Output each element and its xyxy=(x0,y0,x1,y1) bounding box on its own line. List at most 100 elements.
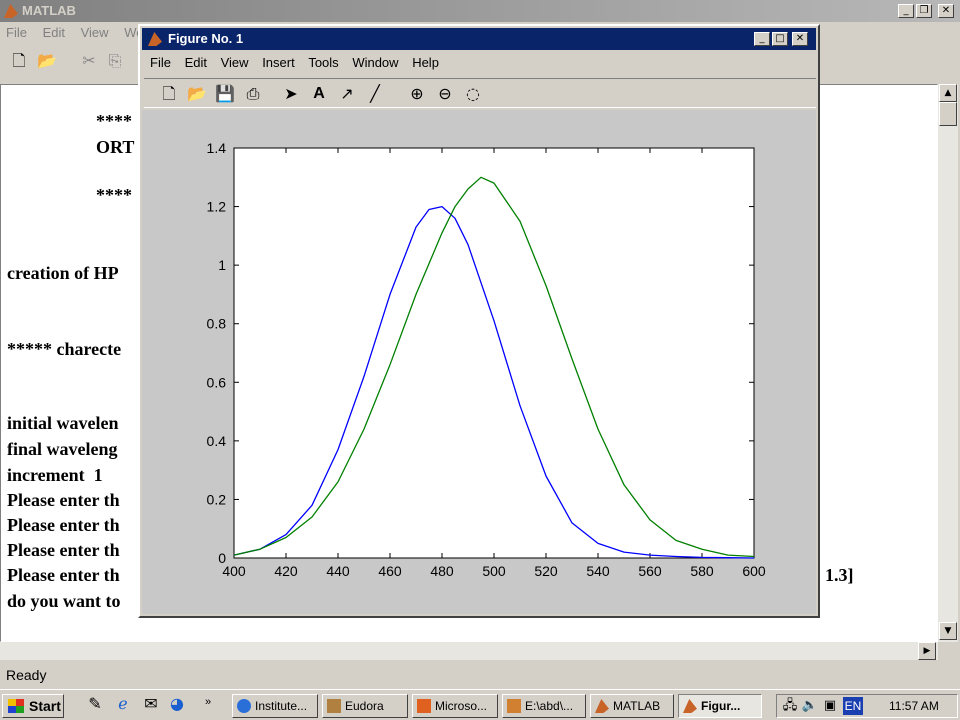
line-chart[interactable]: 400 420 440 460 480 500 520 540 560 580 60000.20.4… xyxy=(142,110,816,614)
save-icon[interactable]: 💾 xyxy=(214,83,236,105)
minimize-button[interactable]: _ xyxy=(898,4,914,18)
start-button[interactable]: Start xyxy=(2,694,64,718)
matlab-logo-icon xyxy=(148,32,162,46)
command-line: do you want to xyxy=(7,591,121,611)
figure-menu-window[interactable]: Window xyxy=(352,55,398,70)
taskbar-item-eudora[interactable]: Eudora xyxy=(322,694,408,718)
y-tick-label: 0 xyxy=(218,550,226,566)
taskbar-item-matlab[interactable]: MATLAB xyxy=(590,694,674,718)
figure-minimize-button[interactable]: _ xyxy=(754,32,770,46)
y-tick-label: 1 xyxy=(218,257,226,273)
figure-menu-insert[interactable]: Insert xyxy=(262,55,295,70)
command-line: ***** charecte xyxy=(7,339,122,359)
taskbar: Start ✎ ℯ ✉ ◕ » Institute... Eudora Micr… xyxy=(0,689,960,720)
new-file-icon[interactable]: 🗋 xyxy=(158,83,180,105)
cut-icon[interactable]: ✂ xyxy=(78,50,100,72)
figure-menubar: File Edit View Insert Tools Window Help xyxy=(144,52,443,74)
figure-toolbar: 🗋 📂 💾 ⎙ ➤ A ↗ ╱ ⊕ ⊖ ◌ xyxy=(144,78,816,108)
command-line: Please enter th xyxy=(7,540,120,560)
command-line: increment 1 xyxy=(7,465,103,485)
figure-window-title: Figure No. 1 xyxy=(168,31,244,46)
taskbar-item-folder[interactable]: E:\abd\... xyxy=(502,694,586,718)
messenger-icon[interactable]: ◕ xyxy=(166,693,188,715)
matlab-logo-icon xyxy=(683,699,697,713)
command-line: Please enter th xyxy=(7,515,120,535)
figure-menu-view[interactable]: View xyxy=(221,55,249,70)
quicklaunch-desktop-icon[interactable]: ✎ xyxy=(84,693,106,715)
system-tray: 🖧 🔈 ▣ EN 11:57 AM xyxy=(776,694,958,718)
figure-maximize-button[interactable]: □ xyxy=(772,32,788,46)
x-tick-label: 540 xyxy=(586,563,610,579)
select-arrow-icon[interactable]: ➤ xyxy=(280,83,302,105)
print-icon[interactable]: ⎙ xyxy=(242,83,264,105)
internet-explorer-icon[interactable]: ℯ xyxy=(112,693,134,715)
close-button[interactable]: ✕ xyxy=(938,4,954,18)
rotate-icon[interactable]: ◌ xyxy=(462,83,484,105)
display-icon[interactable]: ▣ xyxy=(819,695,841,717)
figure-menu-file[interactable]: File xyxy=(150,55,171,70)
y-tick-label: 0.6 xyxy=(207,374,227,390)
plot-axes-box xyxy=(233,147,755,559)
y-tick-label: 0.4 xyxy=(207,433,227,449)
vertical-scrollbar[interactable]: ▲ ▼ xyxy=(938,84,958,642)
command-line: final waveleng xyxy=(7,439,118,459)
zoom-out-icon[interactable]: ⊖ xyxy=(434,83,456,105)
open-folder-icon[interactable]: 📂 xyxy=(36,50,58,72)
text-icon[interactable]: A xyxy=(308,83,330,105)
menu-file[interactable]: File xyxy=(6,25,27,40)
volume-icon[interactable]: 🔈 xyxy=(799,695,821,717)
command-line: creation of HP xyxy=(7,263,119,283)
figure-titlebar[interactable]: Figure No. 1 xyxy=(142,28,816,50)
ie-page-icon xyxy=(237,699,251,713)
x-tick-label: 440 xyxy=(326,563,350,579)
scroll-up-icon[interactable]: ▲ xyxy=(939,84,957,102)
command-line: 1.3] xyxy=(825,565,854,585)
start-label: Start xyxy=(29,698,61,714)
windows-logo-icon xyxy=(8,699,24,713)
taskbar-item-institute[interactable]: Institute... xyxy=(232,694,318,718)
matlab-logo-icon xyxy=(4,4,18,18)
language-indicator[interactable]: EN xyxy=(843,697,863,715)
scroll-down-icon[interactable]: ▼ xyxy=(939,622,957,640)
command-line: **** xyxy=(96,185,132,205)
y-tick-label: 0.8 xyxy=(207,316,227,332)
restore-button[interactable]: ❐ xyxy=(916,4,932,18)
figure-menu-tools[interactable]: Tools xyxy=(308,55,338,70)
figure-menu-edit[interactable]: Edit xyxy=(185,55,207,70)
x-tick-label: 420 xyxy=(274,563,298,579)
x-tick-label: 600 xyxy=(742,563,766,579)
plot-canvas[interactable]: 400 420 440 460 480 500 520 540 560 580 600 0 0.2 0.4… xyxy=(142,110,816,614)
menu-edit[interactable]: Edit xyxy=(43,25,65,40)
taskbar-item-microsoft[interactable]: Microso... xyxy=(412,694,498,718)
y-tick-label: 1.4 xyxy=(207,140,227,156)
scroll-right-icon[interactable]: ▶ xyxy=(918,642,936,660)
figure-menu-help[interactable]: Help xyxy=(412,55,439,70)
open-folder-icon[interactable]: 📂 xyxy=(186,83,208,105)
powerpoint-icon xyxy=(417,699,431,713)
x-tick-label: 580 xyxy=(690,563,714,579)
outlook-icon[interactable]: ✉ xyxy=(140,693,162,715)
taskbar-item-figure[interactable]: Figur... xyxy=(678,694,762,718)
status-text: Ready xyxy=(6,667,47,683)
figure-close-button[interactable]: ✕ xyxy=(792,32,808,46)
x-tick-label: 560 xyxy=(638,563,662,579)
horizontal-scrollbar[interactable]: ▶ xyxy=(0,642,938,660)
zoom-in-icon[interactable]: ⊕ xyxy=(406,83,428,105)
arrow-icon[interactable]: ↗ xyxy=(336,83,358,105)
line-icon[interactable]: ╱ xyxy=(364,83,386,105)
more-icon[interactable]: » xyxy=(205,696,211,708)
menu-view[interactable]: View xyxy=(81,25,109,40)
network-icon[interactable]: 🖧 xyxy=(779,695,801,717)
copy-icon[interactable]: ⎘ xyxy=(104,50,126,72)
new-file-icon[interactable]: 🗋 xyxy=(8,50,30,72)
figure-window[interactable]: Figure No. 1 _ □ ✕ File Edit View Insert… xyxy=(138,24,820,618)
x-tick-label: 520 xyxy=(534,563,558,579)
matlab-window-title: MATLAB xyxy=(22,3,76,18)
x-tick-label: 480 xyxy=(430,563,454,579)
matlab-titlebar[interactable]: MATLAB xyxy=(0,0,960,22)
scroll-thumb[interactable] xyxy=(939,102,957,126)
command-line: ORT xyxy=(96,137,135,157)
matlab-logo-icon xyxy=(595,699,609,713)
command-line: initial wavelen xyxy=(7,413,119,433)
x-tick-label: 460 xyxy=(378,563,402,579)
